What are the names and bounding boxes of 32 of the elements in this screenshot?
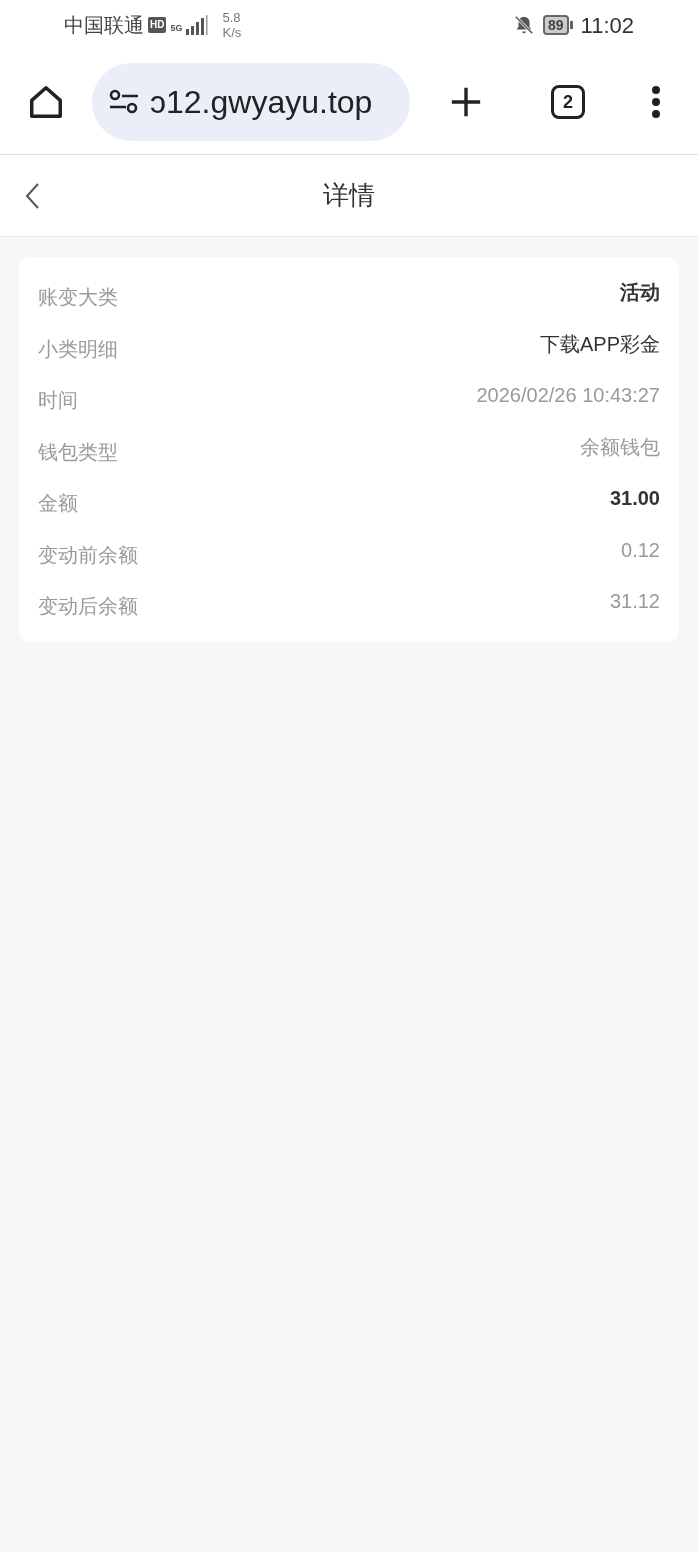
detail-label: 变动前余额: [38, 542, 138, 568]
detail-label: 账变大类: [38, 285, 118, 310]
detail-value: 下载APP彩金: [539, 331, 660, 357]
signal-icon: [186, 15, 209, 35]
detail-label: 金额: [38, 491, 78, 516]
site-settings-icon[interactable]: [108, 88, 140, 116]
bell-off-icon: [513, 14, 535, 36]
menu-button[interactable]: [650, 84, 662, 120]
plus-icon: [449, 85, 483, 119]
detail-value: 余额钱包: [580, 434, 660, 460]
carrier-name: 中国联通: [64, 12, 144, 39]
detail-label: 时间: [38, 388, 78, 413]
home-icon: [27, 83, 65, 121]
detail-value: 活动: [620, 280, 660, 305]
back-chevron-icon: [24, 181, 40, 210]
clock-time: 11:02: [580, 11, 634, 40]
speed-value: 5.8: [222, 10, 242, 25]
page-title: 详情: [323, 179, 375, 212]
detail-value: 31.12: [609, 589, 660, 614]
detail-label: 小类明细: [38, 336, 118, 362]
tab-count-button[interactable]: 2: [551, 85, 585, 119]
hd-badge: HD: [148, 17, 167, 33]
detail-value: 31.00: [609, 486, 660, 511]
detail-label: 钱包类型: [38, 439, 118, 465]
detail-value: 2026/02/26 10:43:27: [476, 383, 660, 408]
address-bar[interactable]: ɔ12.gwyayu.top: [92, 63, 410, 141]
menu-icon: [651, 85, 661, 119]
speed-unit: K/s: [222, 25, 242, 40]
detail-label: 变动后余额: [38, 594, 138, 619]
url-text: ɔ12.gwyayu.top: [150, 83, 373, 122]
network-label: 5G: [170, 22, 183, 35]
detail-value: 0.12: [621, 537, 660, 563]
